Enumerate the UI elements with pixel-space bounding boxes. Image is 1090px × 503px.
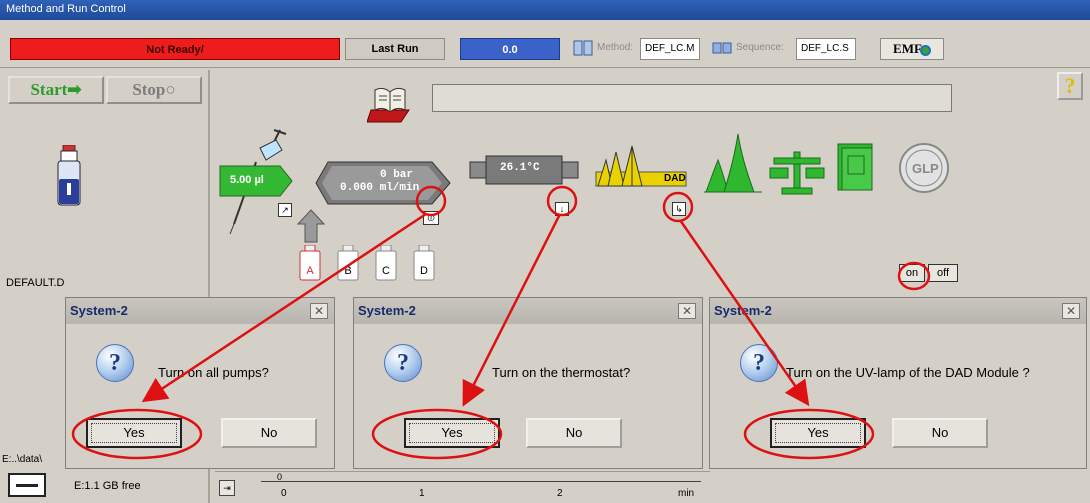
no-label: No [260,425,278,440]
dialog-title: System-2 [354,298,702,324]
lamp-off-button[interactable]: off [928,264,958,282]
balance-report-icon[interactable] [768,144,826,196]
dialog-title: System-2 [66,298,334,324]
pump-on-button[interactable]: ⏼ [423,211,439,225]
stop-label: Stop [132,80,166,99]
method-info-book-icon[interactable] [367,84,413,124]
method-book-icon[interactable] [573,39,593,57]
close-icon[interactable]: ✕ [1062,303,1080,319]
dialog-question: Turn on all pumps? [158,365,269,380]
dialog-thermostat: System-2 ✕ ? Turn on the thermostat? Yes… [353,297,703,469]
yes-label: Yes [807,425,829,440]
timeline-axis [261,481,701,482]
dialog-pumps: System-2 ✕ ? Turn on all pumps? Yes No [65,297,335,469]
method-label: Method: [597,42,634,53]
injector-shortcut-icon[interactable]: ↗ [278,203,292,217]
yes-label: Yes [123,425,145,440]
yes-button[interactable]: Yes [770,418,866,448]
bottle-d-label: D [420,265,428,277]
emf-button[interactable]: EMF [880,38,944,60]
data-file-name: DEFAULT.D [6,277,65,289]
no-button[interactable]: No [892,418,988,448]
window-title-bar: Method and Run Control [0,0,1090,20]
bottle-b-label: B [344,265,352,277]
question-icon: ? [96,344,134,382]
bottle-a-label: A [306,265,314,277]
dialog-question: Turn on the thermostat? [492,365,631,380]
timeline-tick-0: 0 [281,488,287,499]
thermostat-on-button[interactable]: ↓ [555,202,569,216]
sample-vial-icon [57,145,81,206]
disk-free-text: E:1.1 GB free [74,480,141,492]
injector-volume-text: 5.00 µl [230,174,264,186]
pump-flow-up-arrow [296,209,326,243]
yes-label: Yes [441,425,463,440]
method-name-field[interactable]: DEF_LC.M [640,38,700,60]
data-path: E:..\data\ [2,454,43,465]
dialog-title: System-2 [710,298,1086,324]
lamp-on-button[interactable]: on [899,264,925,282]
column-temperature-text: 26.1°C [500,162,540,174]
start-label: Start [30,80,68,99]
dad-detector-icon[interactable] [592,142,692,194]
instrument-diagram-panel: ? 5.00 µl ↗ 0 bar 0.000 ml/min ⏼ A B C D… [212,70,1090,288]
report-book-icon[interactable] [834,142,878,194]
no-button[interactable]: No [221,418,317,448]
help-button[interactable]: ? [1057,72,1083,100]
last-run-value: 0.0 [460,38,560,60]
emf-gear-icon [919,44,931,56]
help-icon: ? [1064,73,1076,98]
sequence-label: Sequence: [736,42,784,53]
start-arrow-icon: ➡ [67,80,82,99]
question-icon: ? [384,344,422,382]
close-icon[interactable]: ✕ [310,303,328,319]
pump-pressure-text: 0 bar [380,169,414,181]
data-analysis-peaks-icon[interactable] [704,130,764,194]
no-label: No [565,425,583,440]
status-bar: Not Ready/ Last Run 0.0 Method: DEF_LC.M… [0,20,1090,68]
timeline-unit: min [678,488,695,499]
dad-lamp-button[interactable]: ↳ [672,202,686,216]
window-title: Method and Run Control [6,3,126,15]
no-button[interactable]: No [526,418,622,448]
run-timeline: ⇥ 0 0 1 2 min [215,471,710,503]
start-button[interactable]: Start➡ [8,76,104,104]
pump-flow-text: 0.000 ml/min [340,182,420,194]
sequence-icon[interactable] [712,39,732,57]
run-status-indicator: Not Ready/ [10,38,340,60]
timeline-tick-1: 1 [419,488,425,499]
no-label: No [931,425,949,440]
last-run-label: Last Run [345,38,445,60]
dialog-question: Turn on the UV-lamp of the DAD Module ? [786,365,1030,380]
timeline-tick-2: 2 [557,488,563,499]
yes-button[interactable]: Yes [86,418,182,448]
method-info-box [432,84,952,112]
stop-button[interactable]: Stop○ [106,76,202,104]
emf-label: EMF [893,41,922,56]
dialog-uv-lamp: System-2 ✕ ? Turn on the UV-lamp of the … [709,297,1087,469]
disk-icon[interactable] [8,473,46,497]
yes-button[interactable]: Yes [404,418,500,448]
method-run-control-window: Method and Run Control Not Ready/ Last R… [0,0,1090,503]
bottle-c-label: C [382,265,390,277]
dad-label: DAD [664,173,686,184]
glp-label: GLP [912,161,939,176]
question-icon: ? [740,344,778,382]
stop-circle-icon: ○ [165,80,176,99]
timeline-scale-button[interactable]: ⇥ [219,480,235,496]
close-icon[interactable]: ✕ [678,303,696,319]
sequence-name-field[interactable]: DEF_LC.S [796,38,856,60]
